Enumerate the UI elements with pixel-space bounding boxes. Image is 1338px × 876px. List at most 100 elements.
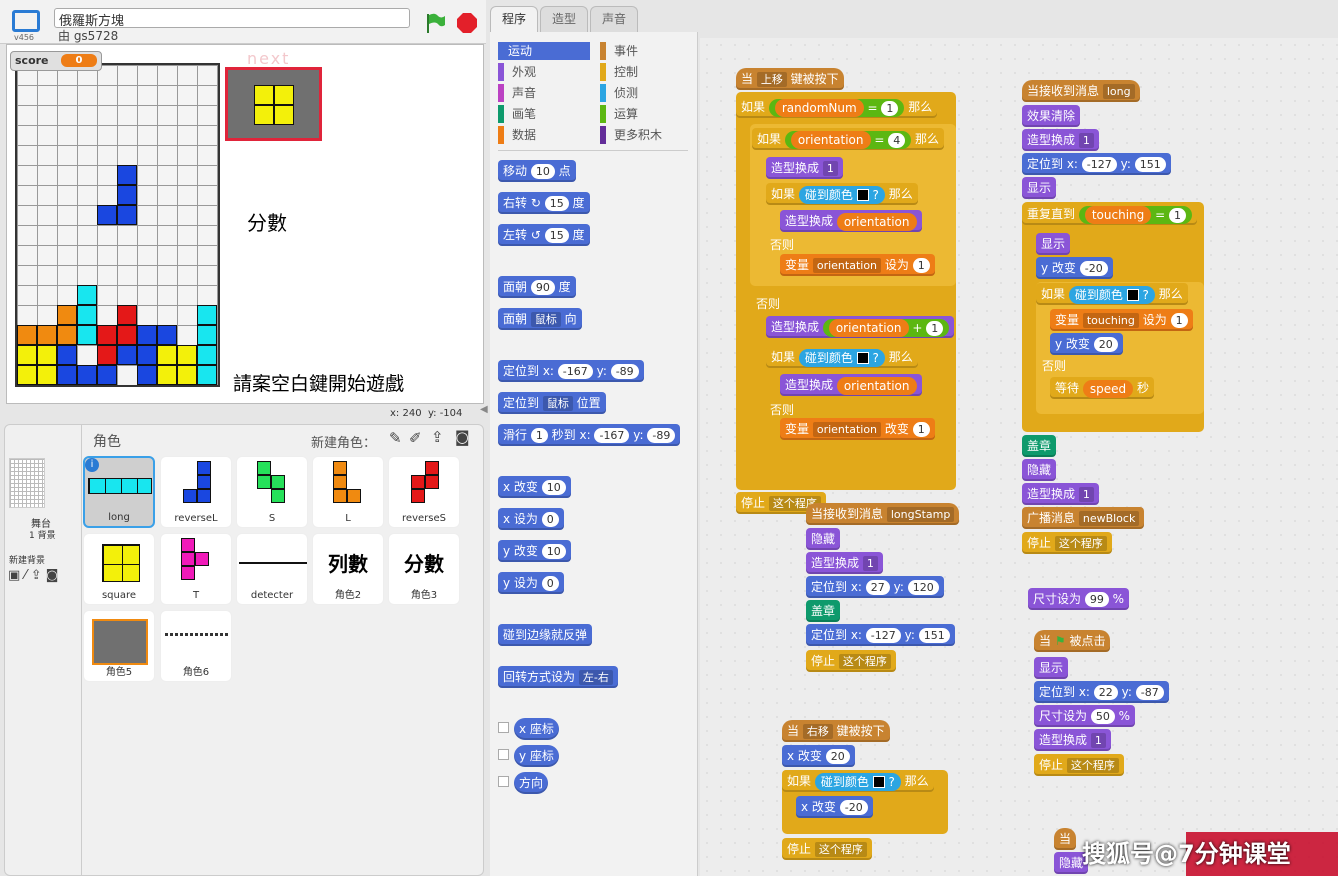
- change-var-block[interactable]: 变量 orientation 改变 1: [780, 418, 935, 440]
- category-looks[interactable]: 外观: [498, 63, 536, 81]
- stop-script-block-2[interactable]: 停止 这个程序: [806, 650, 896, 672]
- change-x-block-2[interactable]: x 改变 -20: [796, 796, 873, 818]
- block-goto-xy[interactable]: 定位到 x: -167 y: -89: [498, 360, 644, 382]
- sprite-detecter[interactable]: detecter: [236, 533, 308, 605]
- broadcast-block[interactable]: 广播消息 newBlock: [1022, 507, 1145, 529]
- if-touching-color-4[interactable]: 如果 碰到颜色 ? 那么: [782, 770, 934, 792]
- switch-costume-orientation[interactable]: 造型换成 orientation: [780, 210, 922, 232]
- hide-block[interactable]: 隐藏: [806, 528, 841, 550]
- block-glide[interactable]: 滑行 1 秒到 x: -167 y: -89: [498, 424, 681, 446]
- goto-xy-block[interactable]: 定位到 x: 27 y: 120: [806, 576, 944, 598]
- set-touching-block[interactable]: 变量 touching 设为 1: [1050, 309, 1193, 331]
- goto-xy-block-4[interactable]: 定位到 x: 22 y: -87: [1034, 681, 1169, 703]
- tab-sounds[interactable]: 声音: [590, 6, 638, 32]
- info-icon[interactable]: i: [85, 458, 99, 472]
- stop-script-block-4[interactable]: 停止 这个程序: [1034, 754, 1124, 776]
- sprite-reverseL[interactable]: reverseL: [160, 456, 232, 528]
- reporter-x-position[interactable]: x 座标: [514, 718, 559, 740]
- tab-scripts[interactable]: 程序: [490, 6, 538, 32]
- when-receive-long[interactable]: 当接收到消息 long: [1022, 80, 1140, 102]
- backdrop-tools-icons[interactable]: ▣ ⁄ ⇪ ◙: [8, 568, 58, 583]
- when-receive-longStamp[interactable]: 当接收到消息 longStamp: [806, 503, 960, 525]
- switch-costume-block-5[interactable]: 造型换成 1: [1034, 729, 1111, 751]
- block-bounce[interactable]: 碰到边缘就反弹: [498, 624, 593, 646]
- green-flag-icon[interactable]: [424, 12, 446, 34]
- switch-costume-block-3[interactable]: 造型换成 1: [1022, 129, 1099, 151]
- set-size-block[interactable]: 尺寸设为 99 %: [1028, 588, 1130, 610]
- show-block-2[interactable]: 显示: [1036, 233, 1071, 255]
- category-control[interactable]: 控制: [600, 63, 638, 81]
- category-sensing[interactable]: 侦测: [600, 84, 638, 102]
- if-touching-color-3[interactable]: 如果 碰到颜色 ? 那么: [1036, 283, 1188, 305]
- category-motion[interactable]: 运动: [498, 42, 590, 60]
- sprite-long[interactable]: i long: [83, 456, 155, 528]
- show-block-3[interactable]: 显示: [1034, 657, 1069, 679]
- when-flag-clicked-hat[interactable]: 当 ⚑ 被点击: [1034, 630, 1111, 652]
- stamp-block-2[interactable]: 盖章: [1022, 435, 1057, 457]
- change-x-block[interactable]: x 改变 20: [782, 745, 855, 767]
- when-right-key-hat[interactable]: 当 右移 键被按下: [782, 720, 890, 742]
- sprite-role6[interactable]: 角色6: [160, 610, 232, 682]
- stamp-block[interactable]: 盖章: [806, 600, 841, 622]
- brush-icon[interactable]: ✐: [409, 429, 422, 447]
- show-block[interactable]: 显示: [1022, 177, 1057, 199]
- block-turn-left[interactable]: 左转 ↺ 15 度: [498, 224, 590, 246]
- set-var-block[interactable]: 变量 orientation 设为 1: [780, 254, 935, 276]
- if-block[interactable]: 如果 randomNum = 1 那么: [736, 96, 938, 118]
- stage[interactable]: score 0 next 分數 請案空白鍵開始遊戲: [6, 44, 484, 404]
- block-point-direction[interactable]: 面朝 90 度: [498, 276, 576, 298]
- switch-costume-block-2[interactable]: 造型换成 1: [806, 552, 883, 574]
- category-operators[interactable]: 运算: [600, 105, 638, 123]
- block-goto[interactable]: 定位到 鼠标 位置: [498, 392, 606, 414]
- clear-effects-block[interactable]: 效果清除: [1022, 105, 1081, 127]
- goto-xy-block-2[interactable]: 定位到 x: -127 y: 151: [806, 624, 955, 646]
- if-touching-color[interactable]: 如果 碰到颜色 ? 那么: [766, 183, 918, 205]
- category-data[interactable]: 数据: [498, 126, 536, 144]
- sprite-square[interactable]: square: [83, 533, 155, 605]
- reporter-direction[interactable]: 方向: [514, 772, 549, 794]
- sprite-reverseS[interactable]: reverseS: [388, 456, 460, 528]
- tab-costumes[interactable]: 造型: [540, 6, 588, 32]
- wait-block[interactable]: 等待 speed 秒: [1050, 377, 1154, 399]
- if-touching-color-2[interactable]: 如果 碰到颜色 ? 那么: [766, 346, 918, 368]
- sprite-role2[interactable]: 列數 角色2: [312, 533, 384, 605]
- stop-script-block-5[interactable]: 停止 这个程序: [782, 838, 872, 860]
- sprite-L[interactable]: L: [312, 456, 384, 528]
- category-pen[interactable]: 画笔: [498, 105, 536, 123]
- stop-icon[interactable]: [456, 12, 478, 34]
- fullscreen-icon[interactable]: [12, 10, 40, 32]
- checkbox-direction[interactable]: [498, 776, 509, 787]
- reporter-y-position[interactable]: y 座标: [514, 745, 559, 767]
- upload-icon[interactable]: ⇪: [431, 428, 444, 446]
- category-events[interactable]: 事件: [600, 42, 638, 60]
- block-point-towards[interactable]: 面朝 鼠标 向: [498, 308, 582, 330]
- category-more-blocks[interactable]: 更多积木: [600, 126, 662, 144]
- sprite-T[interactable]: T: [160, 533, 232, 605]
- stage-thumbnail[interactable]: [9, 458, 45, 508]
- sprite-role3[interactable]: 分數 角色3: [388, 533, 460, 605]
- block-move[interactable]: 移动 10 点: [498, 160, 576, 182]
- stop-script-block-3[interactable]: 停止 这个程序: [1022, 532, 1112, 554]
- block-set-y[interactable]: y 设为 0: [498, 572, 564, 594]
- block-change-x[interactable]: x 改变 10: [498, 476, 571, 498]
- switch-costume-block[interactable]: 造型换成 1: [766, 157, 843, 179]
- if-else-block[interactable]: 如果 orientation = 4 那么: [752, 128, 945, 150]
- sprite-S[interactable]: S: [236, 456, 308, 528]
- camera-icon[interactable]: ◙: [455, 428, 470, 446]
- block-turn-right[interactable]: 右转 ↻ 15 度: [498, 192, 590, 214]
- switch-costume-block-4[interactable]: 造型换成 1: [1022, 483, 1099, 505]
- checkbox-y-position[interactable]: [498, 749, 509, 760]
- set-size-block-2[interactable]: 尺寸设为 50 %: [1034, 705, 1136, 727]
- change-y-block[interactable]: y 改变 -20: [1036, 257, 1113, 279]
- score-monitor[interactable]: score 0: [10, 51, 102, 71]
- when-key-hat-partial[interactable]: 当: [1054, 828, 1077, 850]
- block-change-y[interactable]: y 改变 10: [498, 540, 571, 562]
- change-y-block-2[interactable]: y 改变 20: [1050, 333, 1123, 355]
- when-key-pressed-hat[interactable]: 当 上移 键被按下: [736, 68, 844, 90]
- category-sound[interactable]: 声音: [498, 84, 536, 102]
- paint-sprite-icon[interactable]: ✎: [389, 429, 402, 447]
- checkbox-x-position[interactable]: [498, 722, 509, 733]
- block-rotation-style[interactable]: 回转方式设为 左-右: [498, 666, 618, 688]
- project-title-input[interactable]: 俄羅斯方塊: [54, 8, 410, 29]
- hide-block-2[interactable]: 隐藏: [1022, 459, 1057, 481]
